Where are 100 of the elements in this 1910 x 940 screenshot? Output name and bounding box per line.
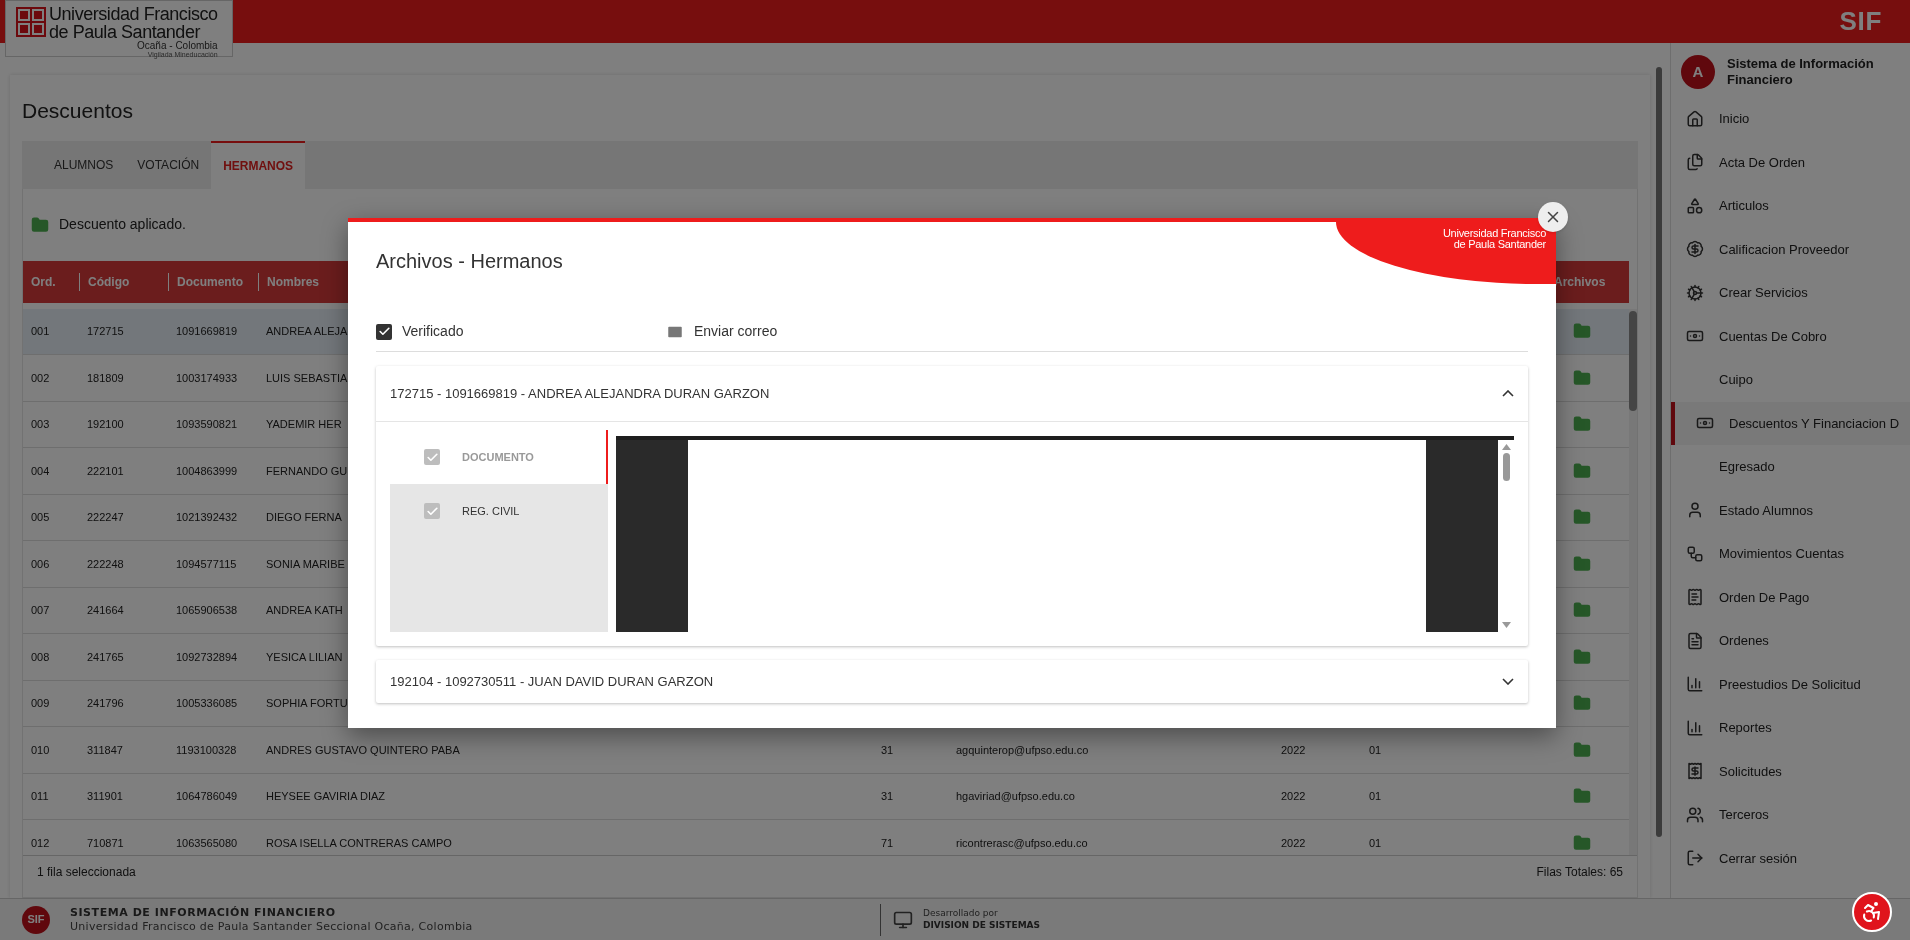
nav-label: Descuentos Y Financiacion D (1729, 414, 1900, 433)
nav-label: Egresado (1719, 458, 1775, 476)
nav-label: Crear Servicios (1719, 284, 1808, 302)
nav-item[interactable]: Solicitudes (1671, 749, 1910, 793)
nav-label: Preestudios De Solicitud (1719, 675, 1861, 694)
column-header[interactable]: Documento (168, 272, 258, 291)
table-cell-text: LUIS SEBASTIA (266, 370, 348, 386)
nav-label: Terceros (1719, 806, 1769, 824)
folder-icon[interactable] (1573, 740, 1591, 759)
table-cell-text: 1064786049 (176, 789, 238, 804)
checkbox[interactable] (376, 323, 392, 340)
accordion-header[interactable]: 172715 - 1091669819 - ANDREA ALEJANDRA DURAN GARZON (376, 366, 1528, 422)
table-cell-text: SOPHIA FORTU (266, 696, 348, 711)
document-item[interactable]: DOCUMENTO (390, 430, 608, 484)
person-icon (1686, 501, 1704, 520)
folder-icon[interactable] (1573, 322, 1591, 341)
nav-item[interactable]: Terceros (1671, 793, 1910, 837)
table-cell-text: 311901 (87, 789, 123, 804)
accordion-header[interactable]: 192104 - 1092730511 - JUAN DAVID DURAN GARZON (376, 660, 1528, 703)
app-title: Sistema de Información Financiero (1727, 55, 1875, 89)
nav-item[interactable]: Preestudios De Solicitud (1671, 662, 1910, 706)
folder-icon[interactable] (1573, 368, 1591, 387)
table-cell-text: 1193100328 (176, 742, 237, 758)
table-cell-text: DIEGO FERNA (266, 510, 342, 525)
chevron-up-icon (1502, 390, 1514, 397)
checkbox[interactable] (424, 449, 440, 465)
scroll-up-arrow-icon[interactable] (1501, 444, 1511, 450)
logo-subtext: Ocaña - Colombia (137, 41, 218, 51)
table-cell-text: 010 (31, 742, 50, 758)
nav-item[interactable]: Crear Servicios (1671, 271, 1910, 315)
monitor-icon (893, 909, 913, 930)
nav-item[interactable]: Articulos (1671, 184, 1910, 228)
table-cell-text: 01 (1369, 742, 1382, 758)
nav-item[interactable]: Ordenes (1671, 619, 1910, 663)
nav-item[interactable]: Orden De Pago (1671, 575, 1910, 619)
nav-item[interactable]: Cerrar sesión (1671, 836, 1910, 880)
nav-item[interactable]: Acta De Orden (1671, 140, 1910, 184)
table-cell-text: 1004863999 (176, 463, 238, 479)
status-message: Descuento aplicado. (59, 215, 186, 234)
nav-item[interactable]: Inicio (1671, 97, 1910, 141)
column-header[interactable]: Código (79, 272, 168, 291)
logo-text: Universidad Francisco (1442, 228, 1546, 239)
folder-icon[interactable] (1573, 415, 1591, 434)
table-cell-text: 004 (31, 463, 50, 479)
table-cell-text: ANDREA KATH (266, 603, 343, 618)
send-email-button[interactable]: Enviar correo (666, 321, 778, 342)
document-item[interactable]: REG. CIVIL (390, 484, 608, 538)
table-cell-text: 008 (31, 649, 50, 665)
folder-icon[interactable] (1573, 601, 1591, 620)
table-cell-text: 1092732894 (176, 649, 238, 665)
nav-item[interactable]: Calificacion Proveedor (1671, 227, 1910, 271)
table-cell-text: ANDREA ALEJA (266, 324, 348, 339)
folder-icon[interactable] (1573, 694, 1591, 713)
nav-item[interactable]: Cuipo (1671, 358, 1910, 402)
nav-label: Cuentas De Cobro (1719, 327, 1827, 346)
table-cell-text: ROSA ISELLA CONTRERAS CAMPO (266, 835, 452, 851)
tab[interactable]: VOTACIÓN (125, 140, 212, 189)
table-cell-text: 009 (31, 696, 50, 711)
table-cell-text: 01 (1369, 835, 1382, 851)
table-cell-text: 1094577115 (176, 556, 237, 572)
nav-label: Movimientos Cuentas (1719, 545, 1844, 563)
logout-icon (1686, 849, 1704, 868)
folder-icon[interactable] (1573, 508, 1591, 527)
nav-item[interactable]: Egresado (1671, 445, 1910, 489)
tab[interactable]: ALUMNOS (42, 140, 126, 189)
table-cell-text: 172715 (87, 324, 124, 339)
tab[interactable]: HERMANOS (211, 140, 306, 189)
footer-subtitle: Universidad Francisco de Paula Santander Seccional Ocaña, Colombia (70, 919, 474, 934)
table-cell-text: FERNANDO GU (266, 463, 348, 479)
table-cell-text: 007 (31, 603, 50, 618)
nav-item[interactable]: Reportes (1671, 706, 1910, 750)
scrollbar-thumb[interactable] (1502, 453, 1510, 481)
checkbox[interactable] (424, 503, 440, 519)
chevron-down-icon (1502, 678, 1514, 685)
folder-icon[interactable] (1573, 787, 1591, 806)
table-cell-text: 222247 (87, 510, 124, 525)
nav-label: Orden De Pago (1719, 588, 1810, 607)
column-header[interactable]: Ord. (23, 272, 79, 291)
checkbox-label: Verificado (402, 322, 464, 341)
folder-icon[interactable] (1573, 833, 1591, 852)
nav-item[interactable]: Estado Alumnos (1671, 488, 1910, 532)
nav-item[interactable]: Descuentos Y Financiacion D (1671, 401, 1910, 445)
folder-icon[interactable] (1573, 461, 1591, 480)
folder-icon[interactable] (1573, 647, 1591, 666)
table-cell-text: 1021392432 (176, 510, 238, 525)
table-cell-text: 011 (31, 789, 49, 804)
table-cell-text: 710871 (87, 835, 124, 851)
folder-icon[interactable] (1573, 554, 1591, 573)
nav-item[interactable]: Movimientos Cuentas (1671, 532, 1910, 576)
table-cell-text: agquinterop@ufpso.edu.co (956, 742, 1089, 758)
nav-item[interactable]: Cuentas De Cobro (1671, 314, 1910, 358)
nav-label: Estado Alumnos (1719, 501, 1813, 520)
total-rows: Filas Totales: 65 (1536, 862, 1623, 881)
scroll-down-arrow-icon[interactable] (1501, 622, 1511, 628)
bar-chart-icon (1686, 718, 1704, 737)
table-cell-text: 012 (31, 835, 50, 851)
scrollbar[interactable] (1629, 308, 1637, 855)
avatar[interactable]: A (1681, 55, 1715, 89)
nav-label: Articulos (1719, 197, 1769, 215)
table-cell-text: 2022 (1281, 835, 1306, 851)
